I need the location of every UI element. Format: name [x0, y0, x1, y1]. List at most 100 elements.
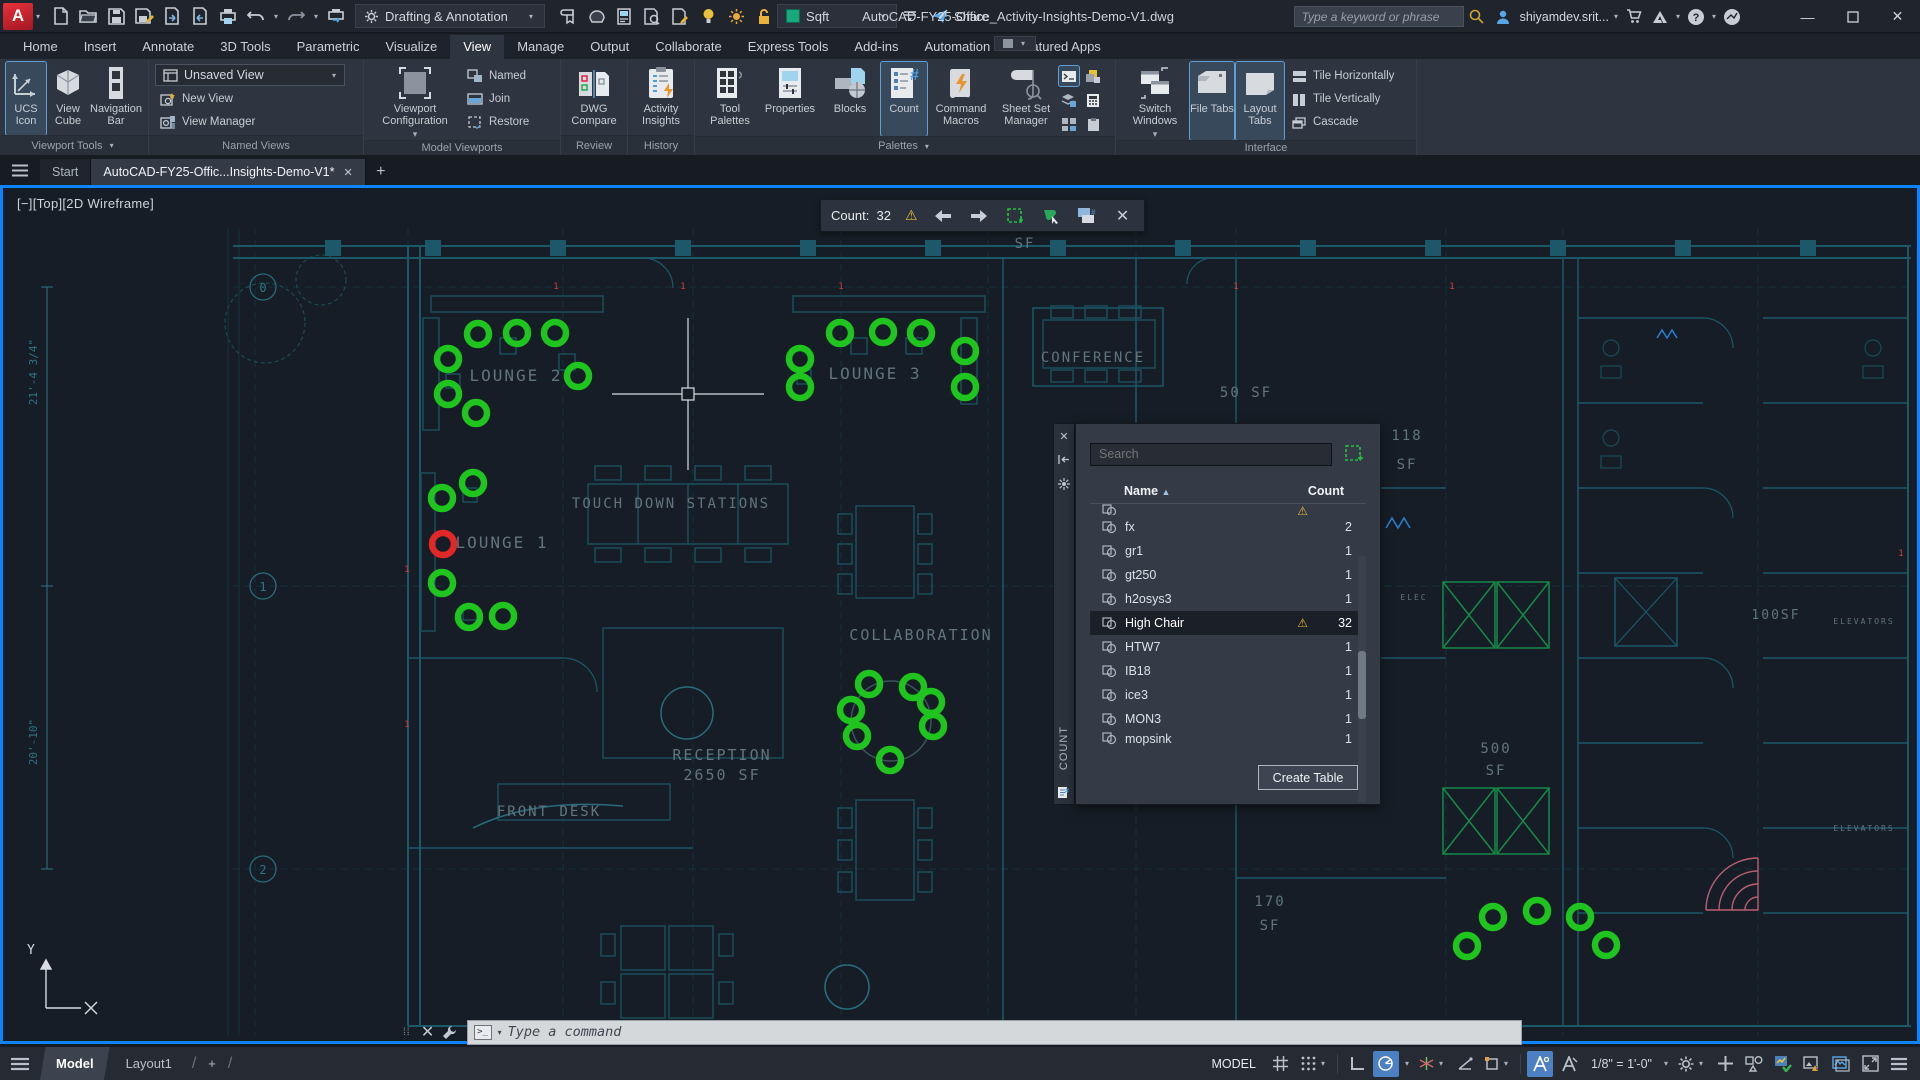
count-list-row[interactable]: ⚠ [1090, 504, 1366, 515]
tile-vertically-button[interactable]: Tile Vertically [1286, 89, 1404, 109]
palette-search-input[interactable] [1090, 443, 1332, 466]
model-tab[interactable]: Model [40, 1047, 110, 1080]
ribbon-tab-parametric[interactable]: Parametric [284, 35, 373, 59]
design-feed-button[interactable] [1083, 66, 1103, 86]
minimize-button[interactable]: — [1785, 0, 1830, 33]
layer-states-button[interactable] [1059, 90, 1079, 110]
model-space-toggle[interactable]: MODEL [1203, 1051, 1265, 1077]
lightbulb-toggle[interactable] [695, 3, 721, 29]
ribbon-tab-collaborate[interactable]: Collaborate [642, 35, 735, 59]
display-settings-button[interactable] [611, 3, 637, 29]
export-button[interactable] [159, 3, 185, 29]
switch-windows-button[interactable]: Switch Windows [1122, 62, 1188, 140]
count-list-row[interactable]: MON3⚠1 [1090, 707, 1366, 731]
layout-tabs-toggle[interactable]: Layout Tabs [1236, 62, 1284, 140]
command-line-toggle[interactable] [1059, 66, 1079, 86]
palette-autohide-icon[interactable] [1058, 454, 1070, 468]
viewport-configuration-button[interactable]: Viewport Configuration [370, 62, 460, 140]
count-list-row[interactable]: h2osys3⚠1 [1090, 587, 1366, 611]
edit-settings-button[interactable] [667, 3, 693, 29]
sheet-set-manager-button[interactable]: Sheet Set Manager [995, 62, 1057, 136]
open-file-button[interactable] [75, 3, 101, 29]
fullscreen-button[interactable] [1857, 1051, 1883, 1077]
drawing-canvas[interactable]: Y SFLOUNGE 2LOUNGE 3CONFERENCE50 SF118SF… [0, 185, 1920, 1044]
audit-button[interactable] [639, 3, 665, 29]
command-grip-handle[interactable]: ⁞⁞ [403, 1027, 411, 1038]
command-close-icon[interactable]: ✕ [417, 1021, 439, 1043]
file-tabs-toggle[interactable]: File Tabs [1190, 62, 1234, 140]
layout1-tab[interactable]: Layout1 [110, 1047, 188, 1080]
dwg-compare-button[interactable]: DWG Compare [567, 62, 621, 135]
maximize-button[interactable] [1830, 0, 1875, 33]
count-list-row[interactable]: IB18⚠1 [1090, 659, 1366, 683]
insert-count-field-button[interactable]: # [1076, 205, 1098, 227]
print-button[interactable] [215, 3, 241, 29]
count-list-row[interactable]: gr1⚠1 [1090, 539, 1366, 563]
palette-close-icon[interactable]: ✕ [1059, 430, 1068, 444]
command-macros-button[interactable]: Command Macros [929, 62, 993, 136]
join-viewports-button[interactable]: Join [462, 89, 533, 109]
properties-button[interactable]: Properties [761, 62, 819, 136]
ucs-icon-button[interactable]: UCS Icon [6, 62, 46, 135]
close-count-button[interactable]: ✕ [1112, 205, 1134, 227]
named-viewports-button[interactable]: Named [462, 66, 533, 86]
object-snap-toggle[interactable]: ▾ [1481, 1051, 1514, 1077]
count-list-row[interactable]: fx⚠2 [1090, 515, 1366, 539]
macro-manager-button[interactable] [1059, 114, 1079, 134]
ribbon-tab-manage[interactable]: Manage [504, 35, 577, 59]
ribbon-tab-insert[interactable]: Insert [71, 35, 130, 59]
ribbon-tab-output[interactable]: Output [577, 35, 642, 59]
activity-insights-button[interactable]: Activity Insights [634, 62, 688, 135]
restore-viewports-button[interactable]: Restore [462, 112, 533, 132]
clipboard-button[interactable] [1083, 114, 1103, 134]
file-tab-menu-button[interactable] [0, 155, 40, 185]
autodesk-apps-button[interactable] [1647, 4, 1673, 30]
tool-palettes-button[interactable]: Tool Palettes [701, 62, 759, 136]
navigation-bar-button[interactable]: Navigation Bar [90, 62, 142, 135]
ribbon-tab-automation[interactable]: Automation [911, 35, 1003, 59]
count-list-row[interactable]: HTW7⚠1 [1090, 635, 1366, 659]
clean-screen-button[interactable] [1828, 1051, 1854, 1077]
workspace-selector[interactable]: Drafting & Annotation ▾ [355, 4, 545, 28]
ribbon-tab-visualize[interactable]: Visualize [372, 35, 450, 59]
ribbon-tab-add-ins[interactable]: Add-ins [841, 35, 911, 59]
ribbon-tab-view[interactable]: View [450, 35, 504, 59]
ribbon-tab-express-tools[interactable]: Express Tools [735, 35, 842, 59]
autoscale-toggle[interactable] [1556, 1051, 1582, 1077]
ribbon-tab-3d-tools[interactable]: 3D Tools [207, 35, 283, 59]
blocks-button[interactable]: Blocks [821, 62, 879, 136]
user-avatar-icon[interactable] [1490, 4, 1516, 30]
apps-caret-icon[interactable]: ▾ [1676, 12, 1680, 21]
help-search-input[interactable]: Type a keyword or phrase [1294, 6, 1464, 27]
ribbon-tab-annotate[interactable]: Annotate [129, 35, 207, 59]
tile-horizontally-button[interactable]: Tile Horizontally [1286, 66, 1404, 86]
redo-caret-icon[interactable]: ▾ [314, 12, 318, 21]
zoom-to-selection-button[interactable] [1004, 205, 1026, 227]
ribbon-tab-home[interactable]: Home [10, 35, 71, 59]
count-list-header[interactable]: Name ▲ Count [1090, 478, 1366, 504]
add-cleanup-button[interactable] [1712, 1051, 1738, 1077]
new-view-button[interactable]: New View [155, 89, 357, 109]
annotation-visibility-toggle[interactable] [1527, 1051, 1553, 1077]
application-menu-button[interactable]: A [3, 3, 33, 30]
palette-properties-icon[interactable] [1058, 478, 1070, 492]
redo-button[interactable] [283, 3, 309, 29]
undo-button[interactable] [243, 3, 269, 29]
workspace-switching-button[interactable]: ▾ [1674, 1051, 1709, 1077]
lock-toggle[interactable] [751, 3, 777, 29]
view-manager-button[interactable]: View Manager [155, 112, 357, 132]
file-tab-document[interactable]: AutoCAD-FY25-Offic...Insights-Demo-V1* ✕ [91, 159, 365, 185]
sheet-roll-button[interactable] [555, 3, 581, 29]
isolate-objects-button[interactable] [1741, 1051, 1767, 1077]
app-menu-caret-icon[interactable]: ▾ [36, 12, 40, 21]
new-layout-button[interactable]: + [200, 1047, 224, 1080]
save-button[interactable] [103, 3, 129, 29]
view-dropdown[interactable]: Unsaved View ▾ [155, 64, 345, 86]
palette-scrollbar[interactable] [1358, 556, 1366, 802]
ribbon-options-button[interactable]: ▾ [994, 36, 1036, 51]
hand-tool-button[interactable] [583, 3, 609, 29]
command-input[interactable]: >_ ▾ Type a command [467, 1020, 1522, 1045]
close-button[interactable]: ✕ [1875, 0, 1920, 33]
viewport-controls-label[interactable]: [−][Top][2D Wireframe] [17, 196, 154, 211]
count-list-row[interactable]: ice3⚠1 [1090, 683, 1366, 707]
